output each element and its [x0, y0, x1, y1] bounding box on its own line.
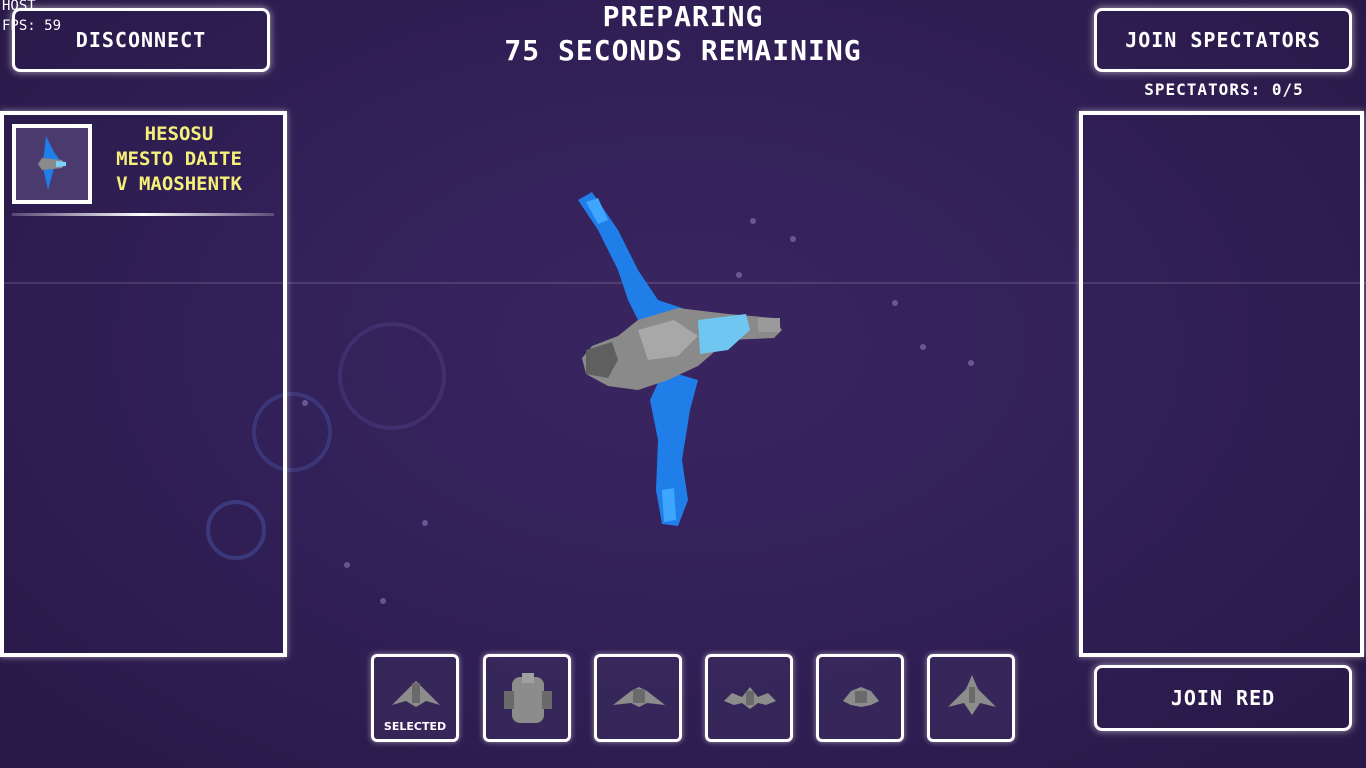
blue-ship-icon	[38, 136, 66, 190]
fighter-ship-icon	[392, 681, 440, 707]
spectator-count: SPECTATORS: 0/5	[1144, 80, 1304, 99]
ship-slot[interactable]	[816, 654, 904, 742]
join-spectators-button[interactable]: JOIN SPECTATORS	[1094, 8, 1352, 72]
ship-slot[interactable]: SELECTED	[371, 654, 459, 742]
background-particle	[968, 360, 974, 366]
countdown-label: 75 SECONDS REMAINING	[504, 34, 862, 67]
selected-label: SELECTED	[383, 720, 447, 733]
ship-slot[interactable]	[594, 654, 682, 742]
player-name-line: MESTO DAITE	[116, 148, 242, 170]
bomber-ship-icon	[613, 687, 665, 707]
player-name-line: V MAOSHENTK	[116, 173, 242, 195]
disconnect-button[interactable]: DISCONNECT	[12, 8, 270, 72]
background-particle	[344, 562, 350, 568]
background-particle	[422, 520, 428, 526]
background-ring	[338, 322, 446, 430]
ship-slot[interactable]	[705, 654, 793, 742]
round-status: PREPARING 75 SECONDS REMAINING	[433, 0, 933, 68]
player-divider	[12, 213, 274, 216]
arrow-ship-icon	[948, 675, 996, 715]
ship-slot[interactable]	[483, 654, 571, 742]
phase-label: PREPARING	[602, 0, 764, 33]
spectators-panel	[1079, 111, 1364, 657]
selected-ship-preview	[578, 192, 782, 526]
player-ship-card	[12, 124, 92, 204]
background-particle	[380, 598, 386, 604]
heavy-ship-icon	[504, 673, 552, 723]
ship-slot[interactable]	[927, 654, 1015, 742]
background-particle	[790, 236, 796, 242]
interceptor-ship-icon	[724, 687, 776, 709]
join-red-button[interactable]: JOIN RED	[1094, 665, 1352, 731]
scout-ship-icon	[843, 687, 879, 707]
background-particle	[892, 300, 898, 306]
background-particle	[302, 400, 308, 406]
player-name: HESOSU MESTO DAITE V MAOSHENTK	[96, 122, 262, 197]
background-particle	[920, 344, 926, 350]
player-name-line: HESOSU	[144, 123, 214, 145]
